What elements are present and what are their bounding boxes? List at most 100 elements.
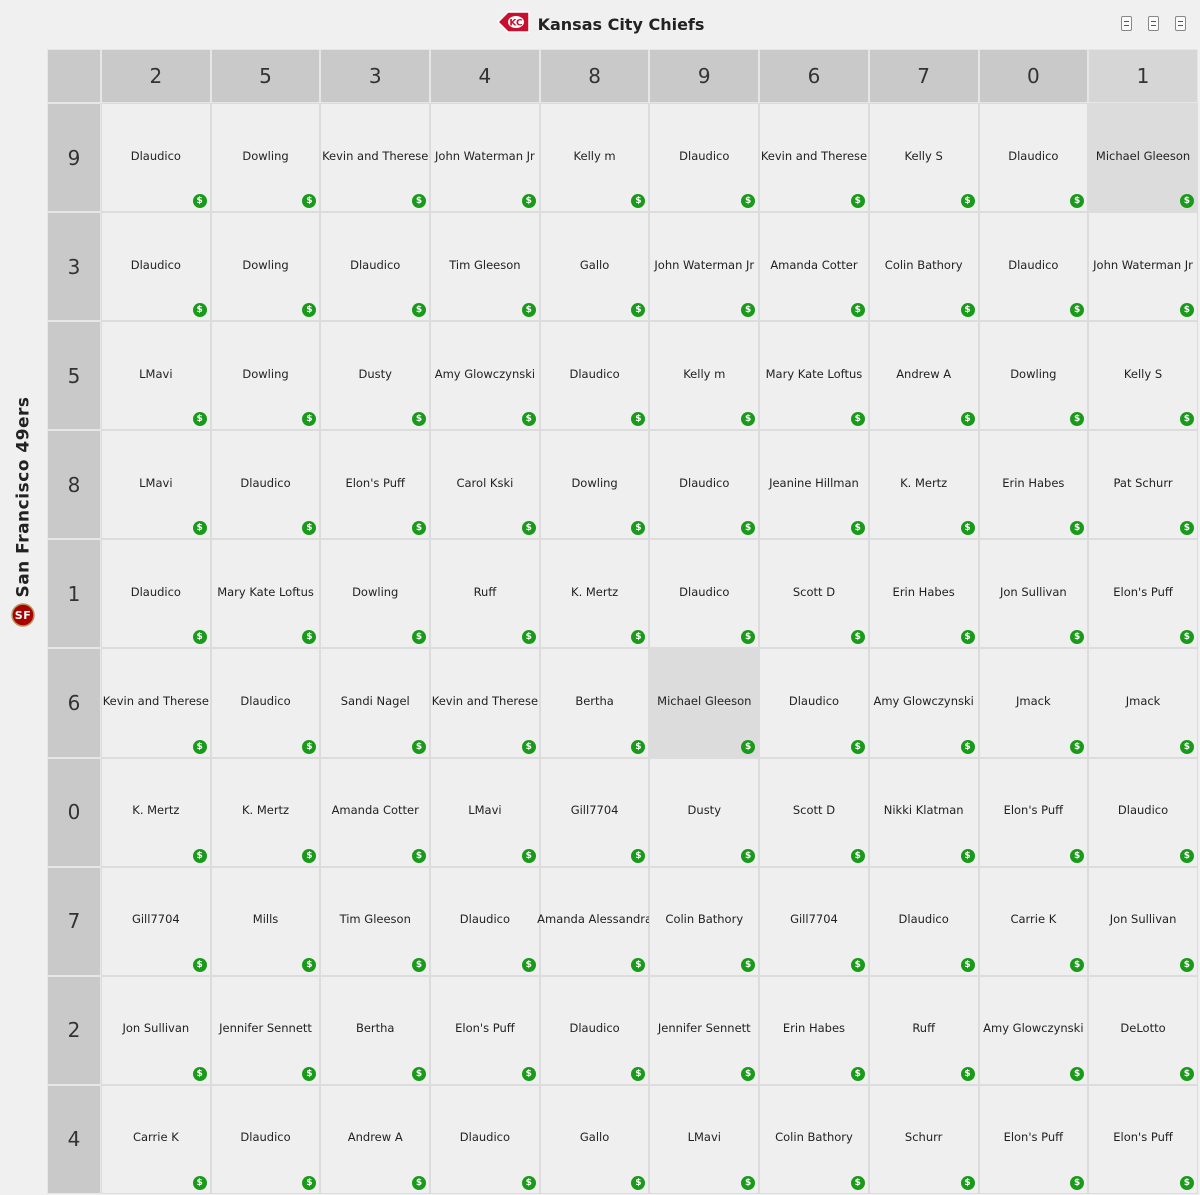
square-cell[interactable]: Elon's Puff $	[1088, 539, 1198, 649]
square-cell[interactable]: Dlaudico $	[101, 103, 211, 213]
square-cell[interactable]: Amy Glowczynski $	[430, 321, 540, 431]
square-cell[interactable]: Dlaudico $	[210, 430, 321, 540]
square-cell[interactable]: Andrew A $	[868, 321, 979, 431]
square-cell[interactable]: Dlaudico $	[430, 1084, 540, 1194]
square-cell[interactable]: Elon's Puff $	[978, 757, 1089, 867]
square-cell[interactable]: K. Mertz $	[539, 539, 650, 649]
square-cell[interactable]: Dowling $	[210, 212, 321, 322]
square-cell[interactable]: Dlaudico $	[210, 1084, 321, 1194]
square-cell[interactable]: Amy Glowczynski $	[978, 975, 1089, 1085]
square-cell[interactable]: John Waterman Jr $	[649, 212, 760, 322]
square-cell[interactable]: Elon's Puff $	[320, 430, 431, 540]
square-cell[interactable]: Amanda Cotter $	[320, 757, 431, 867]
square-cell[interactable]: Dowling $	[210, 103, 321, 213]
square-cell[interactable]: Scott D $	[759, 757, 869, 867]
square-cell[interactable]: LMavi $	[649, 1084, 760, 1194]
sort-up-icon[interactable]	[1121, 16, 1132, 31]
square-cell[interactable]: Carol Kski $	[430, 430, 540, 540]
square-cell[interactable]: Kevin and Therese $	[759, 103, 869, 213]
square-cell[interactable]: Jennifer Sennett $	[210, 975, 321, 1085]
square-cell[interactable]: Kevin and Therese $	[320, 103, 431, 213]
square-cell[interactable]: K. Mertz $	[868, 430, 979, 540]
square-cell[interactable]: Jeanine Hillman $	[759, 430, 869, 540]
square-cell[interactable]: Elon's Puff $	[978, 1084, 1089, 1194]
square-cell[interactable]: John Waterman Jr $	[430, 103, 540, 213]
square-cell[interactable]: Carrie K $	[101, 1084, 211, 1194]
square-cell[interactable]: Gallo $	[539, 1084, 650, 1194]
square-cell[interactable]: Schurr $	[868, 1084, 979, 1194]
square-cell[interactable]: LMavi $	[101, 430, 211, 540]
sort-down-icon[interactable]	[1148, 16, 1159, 31]
square-cell[interactable]: Mills $	[210, 866, 321, 976]
square-cell[interactable]: Jennifer Sennett $	[649, 975, 760, 1085]
square-cell[interactable]: DeLotto $	[1088, 975, 1198, 1085]
square-cell[interactable]: Amanda Cotter $	[759, 212, 869, 322]
square-cell[interactable]: Colin Bathory $	[868, 212, 979, 322]
square-cell[interactable]: Jon Sullivan $	[101, 975, 211, 1085]
square-cell[interactable]: Michael Gleeson $	[1088, 103, 1198, 213]
square-cell[interactable]: Dlaudico $	[430, 866, 540, 976]
square-cell[interactable]: Michael Gleeson $	[649, 648, 760, 758]
square-cell[interactable]: Pat Schurr $	[1088, 430, 1198, 540]
square-cell[interactable]: Bertha $	[320, 975, 431, 1085]
square-cell[interactable]: Gill7704 $	[759, 866, 869, 976]
square-cell[interactable]: Jmack $	[978, 648, 1089, 758]
square-cell[interactable]: Dlaudico $	[978, 103, 1089, 213]
square-cell[interactable]: John Waterman Jr $	[1088, 212, 1198, 322]
square-cell[interactable]: Jon Sullivan $	[978, 539, 1089, 649]
square-cell[interactable]: Tim Gleeson $	[320, 866, 431, 976]
square-cell[interactable]: Erin Habes $	[759, 975, 869, 1085]
square-cell[interactable]: Kelly S $	[868, 103, 979, 213]
square-cell[interactable]: Elon's Puff $	[430, 975, 540, 1085]
square-cell[interactable]: Kelly S $	[1088, 321, 1198, 431]
square-cell[interactable]: Colin Bathory $	[649, 866, 760, 976]
square-cell[interactable]: Kelly m $	[649, 321, 760, 431]
square-cell[interactable]: Dlaudico $	[101, 539, 211, 649]
square-cell[interactable]: Amanda Alessandra $	[537, 866, 652, 976]
square-cell[interactable]: Dlaudico $	[649, 430, 760, 540]
square-cell[interactable]: Gill7704 $	[101, 866, 211, 976]
square-cell[interactable]: Nikki Klatman $	[868, 757, 979, 867]
square-cell[interactable]: Bertha $	[539, 648, 650, 758]
square-cell[interactable]: Dowling $	[978, 321, 1089, 431]
shuffle-icon[interactable]	[1175, 16, 1186, 31]
square-cell[interactable]: K. Mertz $	[210, 757, 321, 867]
square-cell[interactable]: Dowling $	[210, 321, 321, 431]
square-cell[interactable]: LMavi $	[101, 321, 211, 431]
square-cell[interactable]: Jon Sullivan $	[1088, 866, 1198, 976]
square-cell[interactable]: Dowling $	[320, 539, 431, 649]
square-cell[interactable]: Tim Gleeson $	[430, 212, 540, 322]
square-cell[interactable]: Erin Habes $	[868, 539, 979, 649]
square-cell[interactable]: Dusty $	[649, 757, 760, 867]
square-cell[interactable]: Andrew A $	[320, 1084, 431, 1194]
square-cell[interactable]: Amy Glowczynski $	[868, 648, 979, 758]
square-cell[interactable]: Elon's Puff $	[1088, 1084, 1198, 1194]
square-cell[interactable]: Gallo $	[539, 212, 650, 322]
square-cell[interactable]: Dlaudico $	[759, 648, 869, 758]
square-cell[interactable]: Colin Bathory $	[759, 1084, 869, 1194]
square-cell[interactable]: Mary Kate Loftus $	[210, 539, 321, 649]
square-cell[interactable]: Dlaudico $	[210, 648, 321, 758]
square-cell[interactable]: Dlaudico $	[539, 321, 650, 431]
square-cell[interactable]: Dlaudico $	[1088, 757, 1198, 867]
square-cell[interactable]: Dlaudico $	[539, 975, 650, 1085]
square-cell[interactable]: Ruff $	[868, 975, 979, 1085]
square-cell[interactable]: Gill7704 $	[539, 757, 650, 867]
square-cell[interactable]: Mary Kate Loftus $	[759, 321, 869, 431]
square-cell[interactable]: Dlaudico $	[978, 212, 1089, 322]
square-cell[interactable]: Scott D $	[759, 539, 869, 649]
square-cell[interactable]: Dlaudico $	[101, 212, 211, 322]
square-cell[interactable]: Kevin and Therese $	[430, 648, 540, 758]
square-cell[interactable]: Jmack $	[1088, 648, 1198, 758]
square-cell[interactable]: Kevin and Therese $	[101, 648, 211, 758]
square-cell[interactable]: Dlaudico $	[649, 103, 760, 213]
square-cell[interactable]: Ruff $	[430, 539, 540, 649]
square-cell[interactable]: Kelly m $	[539, 103, 650, 213]
square-cell[interactable]: Sandi Nagel $	[320, 648, 431, 758]
square-cell[interactable]: Dlaudico $	[649, 539, 760, 649]
square-cell[interactable]: Dowling $	[539, 430, 650, 540]
square-cell[interactable]: LMavi $	[430, 757, 540, 867]
square-cell[interactable]: Erin Habes $	[978, 430, 1089, 540]
square-cell[interactable]: Dusty $	[320, 321, 431, 431]
square-cell[interactable]: Carrie K $	[978, 866, 1089, 976]
